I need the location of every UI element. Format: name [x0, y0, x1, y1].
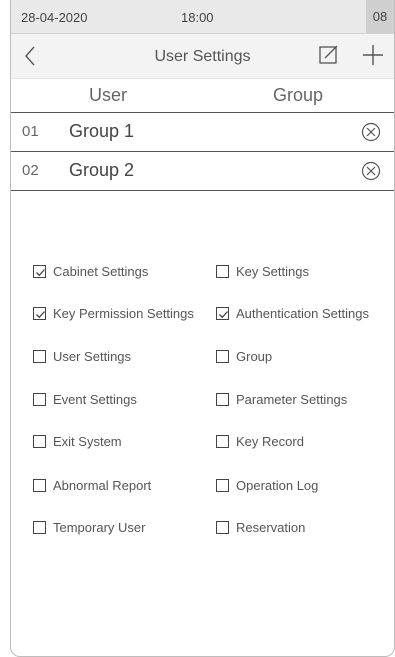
status-time: 18:00 [181, 10, 214, 25]
group-index: 02 [22, 162, 39, 179]
perm-label: Authentication Settings [236, 305, 369, 321]
delete-icon[interactable] [361, 161, 381, 181]
column-user: User [89, 85, 128, 105]
perm-group[interactable]: Group [216, 346, 272, 366]
perm-label: Group [236, 348, 273, 364]
column-group: Group [273, 85, 324, 105]
perm-label: Abnormal Report [53, 477, 152, 493]
perm-label: Exit System [53, 433, 122, 449]
perm-temporary-user[interactable]: Temporary User [33, 517, 145, 537]
perm-key-settings[interactable]: Key Settings [216, 261, 309, 281]
perm-key-permission-settings[interactable]: Key Permission Settings [33, 303, 194, 323]
perm-key-record[interactable]: Key Record [216, 431, 304, 451]
nav-bar: User Settings [11, 34, 394, 79]
group-name: Group 2 [69, 160, 135, 180]
checkbox[interactable] [33, 306, 46, 320]
perm-event-settings[interactable]: Event Settings [33, 389, 137, 409]
checkbox[interactable] [33, 392, 46, 406]
checkbox[interactable] [216, 392, 229, 406]
perm-authentication-settings[interactable]: Authentication Settings [216, 303, 369, 323]
device-frame: 28-04-2020 18:00 08 User Settings User G… [10, 0, 395, 657]
perm-label: Key Record [236, 433, 304, 449]
edit-icon[interactable] [318, 44, 340, 66]
checkbox[interactable] [216, 306, 229, 320]
group-name: Group 1 [69, 121, 135, 141]
perm-label: Parameter Settings [236, 391, 348, 407]
add-icon[interactable] [361, 43, 385, 67]
perm-cabinet-settings[interactable]: Cabinet Settings [33, 261, 148, 281]
checkbox[interactable] [33, 349, 46, 363]
checkbox[interactable] [33, 520, 46, 534]
perm-label: Reservation [236, 519, 306, 535]
perm-abnormal-report[interactable]: Abnormal Report [33, 475, 151, 495]
checkbox[interactable] [216, 520, 229, 534]
checkbox[interactable] [216, 434, 229, 448]
perm-exit-system[interactable]: Exit System [33, 431, 122, 451]
checkbox[interactable] [216, 349, 229, 363]
perm-parameter-settings[interactable]: Parameter Settings [216, 389, 347, 409]
delete-icon[interactable] [361, 122, 381, 142]
perm-operation-log[interactable]: Operation Log [216, 475, 318, 495]
checkbox[interactable] [33, 264, 46, 278]
status-bar: 28-04-2020 18:00 08 [11, 0, 394, 34]
perm-label: Temporary User [53, 519, 146, 535]
perm-label: Event Settings [53, 391, 137, 407]
checkbox[interactable] [216, 264, 229, 278]
perm-label: Key Permission Settings [53, 305, 194, 321]
group-row[interactable]: 01 Group 1 [11, 113, 394, 152]
perm-label: Operation Log [236, 477, 319, 493]
check-icon [36, 268, 45, 276]
perm-label: Key Settings [236, 263, 309, 279]
checkbox[interactable] [216, 478, 229, 492]
perm-label: User Settings [53, 348, 132, 364]
perm-user-settings[interactable]: User Settings [33, 346, 131, 366]
perm-label: Cabinet Settings [53, 263, 149, 279]
status-badge: 08 [366, 0, 394, 33]
group-row[interactable]: 02 Group 2 [11, 152, 394, 191]
perm-reservation[interactable]: Reservation [216, 517, 305, 537]
column-header: User Group [11, 79, 394, 113]
check-icon [219, 310, 228, 318]
check-icon [36, 310, 45, 318]
checkbox[interactable] [33, 434, 46, 448]
group-index: 01 [22, 123, 39, 140]
status-date: 28-04-2020 [21, 10, 88, 25]
checkbox[interactable] [33, 478, 46, 492]
